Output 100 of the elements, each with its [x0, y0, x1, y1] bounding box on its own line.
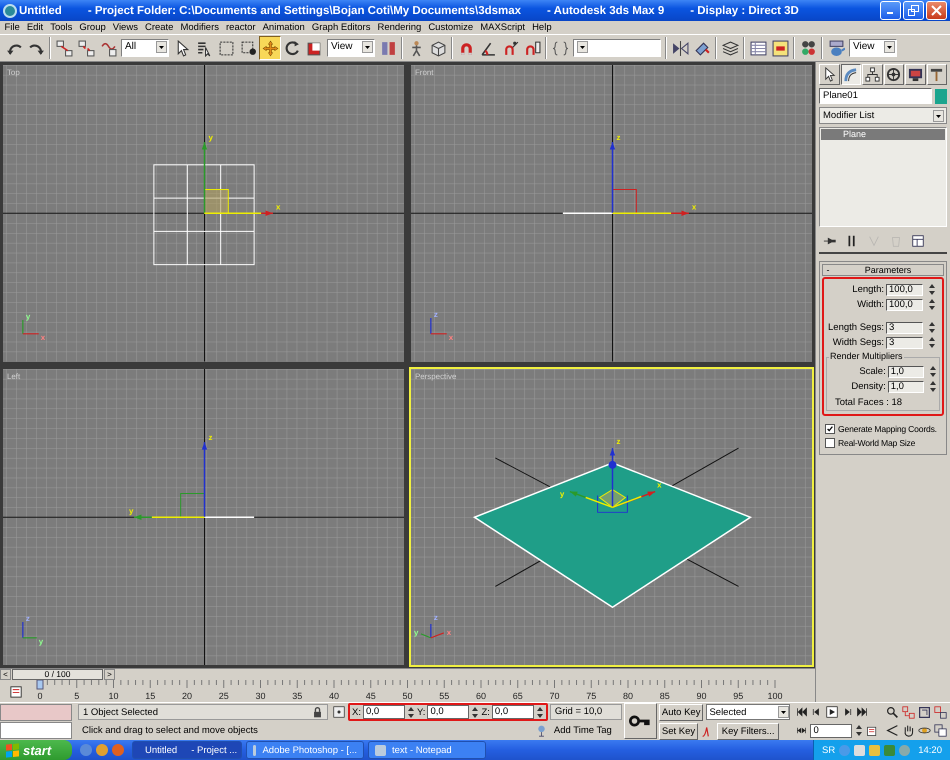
- menu-item[interactable]: Customize: [424, 22, 477, 34]
- coordinate-field[interactable]: 0,0: [362, 705, 405, 720]
- number-field[interactable]: 3: [886, 336, 923, 348]
- number-field[interactable]: 3: [886, 322, 923, 334]
- unlink-icon: [78, 40, 94, 56]
- utilities-tab[interactable]: [926, 64, 947, 85]
- total-faces-text: Total Faces : 18: [834, 396, 904, 408]
- hand-icon[interactable]: [902, 724, 916, 738]
- menu-item[interactable]: Help: [528, 22, 556, 34]
- time-configuration-icon[interactable]: [866, 724, 878, 737]
- caret-icon: [933, 110, 944, 122]
- next-button[interactable]: >: [104, 669, 115, 680]
- minimize-button[interactable]: [880, 1, 901, 20]
- dropdown[interactable]: View: [849, 39, 897, 57]
- time-slider-handle[interactable]: 0 / 100: [12, 669, 103, 680]
- zoom-extents-all-icon[interactable]: [934, 706, 948, 719]
- menu-item[interactable]: Rendering: [374, 22, 425, 34]
- rotate-icon: [284, 40, 300, 56]
- selection-status: 1 Object Selected: [78, 704, 328, 720]
- display-tab[interactable]: [905, 64, 926, 85]
- go-to-start-icon[interactable]: [796, 706, 808, 718]
- object-color-swatch[interactable]: [935, 88, 947, 104]
- spinner-icon[interactable]: [928, 336, 936, 349]
- rollout-header[interactable]: - Parameters: [822, 264, 944, 276]
- taskbar-button[interactable]: Untitled - Project ...: [132, 741, 242, 759]
- spinner-icon[interactable]: [929, 380, 937, 393]
- bend-icon: [843, 67, 858, 82]
- spinner-icon[interactable]: [928, 283, 936, 296]
- script-listener-field[interactable]: [0, 722, 72, 740]
- axis-label: X:: [352, 706, 361, 718]
- previous-button[interactable]: <: [0, 669, 11, 680]
- taskbar-button[interactable]: Adobe Photoshop - [...: [246, 741, 364, 759]
- go-to-end-icon[interactable]: [856, 706, 868, 718]
- zoom-extents-icon[interactable]: [918, 706, 932, 719]
- set-key-text-button[interactable]: Set Key: [658, 722, 698, 740]
- frame-field[interactable]: 0: [810, 724, 852, 738]
- lock-icon[interactable]: [312, 706, 323, 718]
- configure-button[interactable]: [911, 234, 925, 248]
- frame-number: 40: [329, 691, 339, 701]
- script-listener-field[interactable]: [0, 704, 72, 721]
- dropdown[interactable]: View: [327, 39, 375, 57]
- checkbox-label: Real-World Map Size: [838, 438, 916, 448]
- number-field[interactable]: 1,0: [888, 380, 924, 392]
- dropdown[interactable]: [573, 39, 661, 57]
- menu-item[interactable]: Group: [76, 22, 110, 34]
- align-icon: [694, 40, 710, 56]
- spinner-icon[interactable]: [855, 724, 864, 738]
- menu-item[interactable]: MAXScript: [476, 22, 529, 34]
- wheel-icon: [886, 67, 902, 82]
- move-button[interactable]: [259, 36, 281, 60]
- key-filters-button[interactable]: Key Filters...: [717, 722, 780, 740]
- time-tag-text[interactable]: Add Time Tag: [550, 722, 622, 739]
- maximize-viewport-icon[interactable]: [934, 724, 948, 738]
- hierarchy-tab[interactable]: [862, 64, 882, 85]
- menu-item[interactable]: File: [1, 22, 24, 34]
- spinner-icon[interactable]: [928, 298, 936, 311]
- menu-item[interactable]: Edit: [23, 22, 47, 34]
- close-button[interactable]: [926, 1, 947, 20]
- checkbox[interactable]: [825, 438, 835, 448]
- frame-number: 15: [145, 691, 156, 701]
- object-name-field[interactable]: Plane01: [819, 88, 932, 104]
- zoom-icon[interactable]: [886, 706, 900, 719]
- restore-button[interactable]: [903, 1, 924, 20]
- taskbar-button[interactable]: text - Notepad: [368, 741, 486, 759]
- spinner-icon[interactable]: [928, 321, 936, 334]
- checkbox[interactable]: [825, 424, 835, 434]
- frame-number: 95: [733, 691, 744, 701]
- frame-number: 75: [586, 691, 596, 701]
- material-spheres-icon: [800, 40, 816, 56]
- time-configuration-icon[interactable]: [8, 684, 24, 698]
- menu-item[interactable]: Modifiers: [176, 22, 223, 34]
- key-mode-icon[interactable]: [796, 725, 808, 736]
- menu-item[interactable]: Tools: [46, 22, 76, 34]
- modify-tab[interactable]: [840, 64, 861, 85]
- number-field[interactable]: 100,0: [886, 298, 923, 310]
- menu-item[interactable]: Create: [141, 22, 177, 34]
- motion-tab[interactable]: [884, 64, 904, 85]
- modifier-stack-item[interactable]: Plane: [821, 129, 945, 140]
- menu-item[interactable]: Views: [109, 22, 142, 34]
- number-field[interactable]: 100,0: [886, 284, 923, 296]
- modifier-list-dropdown[interactable]: Modifier List: [819, 107, 947, 124]
- create-tab[interactable]: [819, 64, 840, 85]
- menu-item[interactable]: Graph Editors: [308, 22, 374, 34]
- app-icon[interactable]: [3, 4, 17, 18]
- menu-item[interactable]: reactor: [222, 22, 260, 34]
- caret-icon: [884, 41, 895, 53]
- zoom-all-icon[interactable]: [902, 706, 916, 719]
- frame-number: 50: [402, 691, 412, 701]
- absolute-mode-icon[interactable]: [333, 706, 345, 718]
- coordinate-field[interactable]: 0,0: [427, 705, 470, 720]
- menu-item[interactable]: Animation: [259, 22, 308, 34]
- coordinate-field[interactable]: 0,0: [492, 705, 534, 720]
- number-field[interactable]: 1,0: [888, 366, 924, 378]
- auto-key-button[interactable]: Auto Key: [658, 704, 704, 720]
- field-of-view-icon[interactable]: [886, 724, 900, 738]
- set-key-button[interactable]: [624, 703, 657, 739]
- spinner-icon[interactable]: [929, 365, 937, 378]
- play-icon[interactable]: [826, 706, 838, 718]
- dropdown[interactable]: All: [121, 39, 169, 57]
- key-set-dropdown[interactable]: Selected: [706, 704, 790, 720]
